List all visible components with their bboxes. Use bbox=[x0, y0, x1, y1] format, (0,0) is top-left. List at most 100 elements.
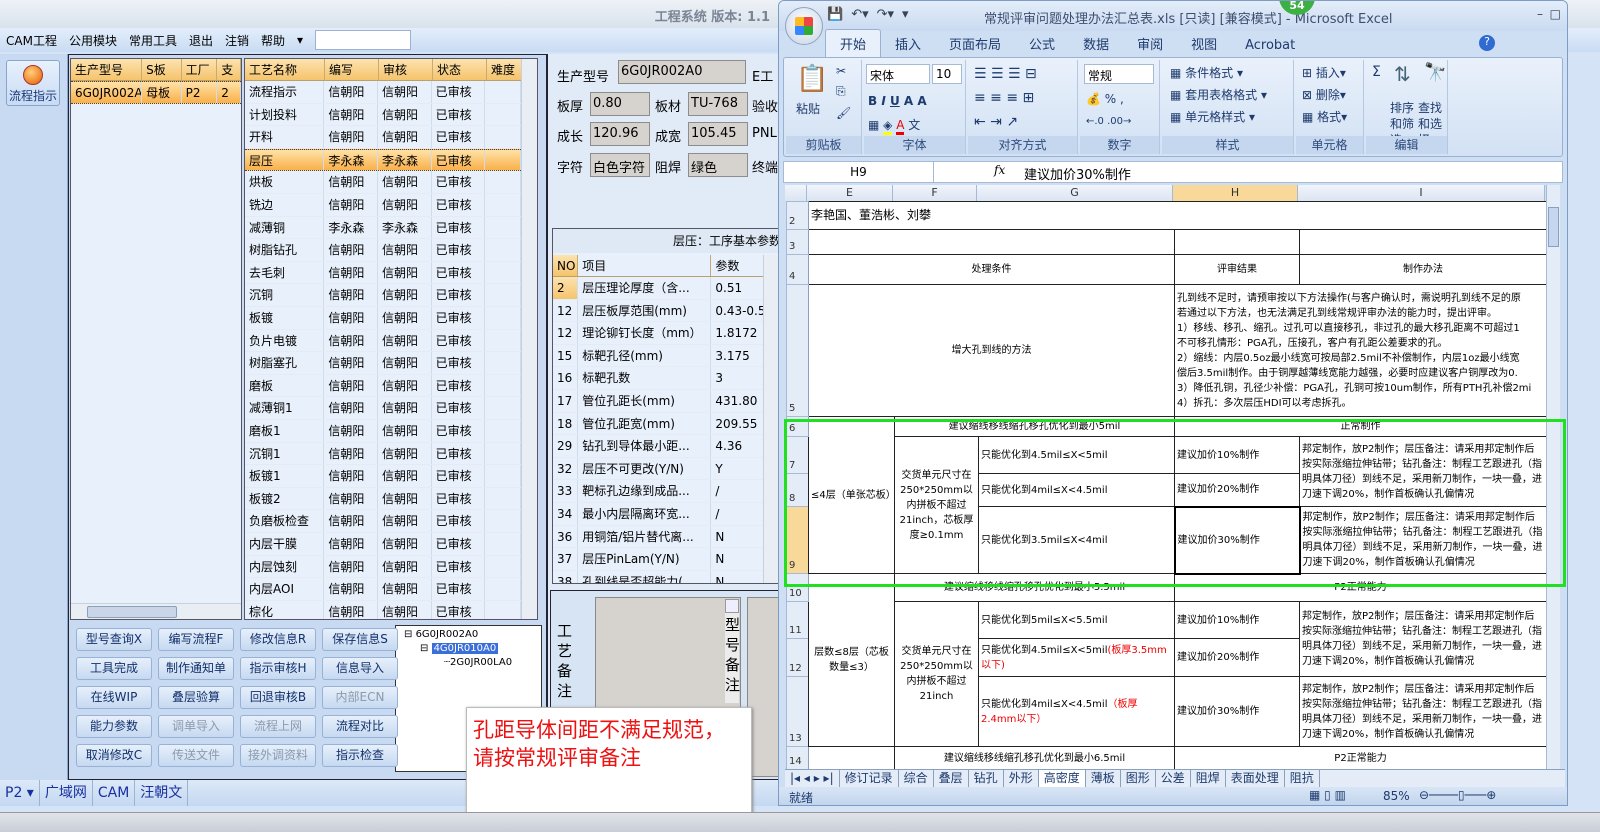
process-row[interactable]: 负磨板检查 信朝阳 信朝阳 已审核 bbox=[245, 510, 521, 533]
mask-field[interactable]: 绿色 bbox=[688, 153, 748, 177]
redo-icon[interactable]: ↷▾ bbox=[877, 7, 894, 22]
bold-icon[interactable]: B I U A A bbox=[868, 94, 927, 108]
process-row[interactable]: 内层蚀刻 信朝阳 信朝阳 已审核 bbox=[245, 555, 521, 579]
cell-h12[interactable]: 建议加价20%制作 bbox=[1174, 638, 1300, 677]
column-header[interactable]: 工厂 bbox=[182, 59, 218, 80]
menu-1[interactable]: 公用模块 bbox=[69, 32, 117, 49]
cell-h13[interactable]: 建议加价30%制作 bbox=[1174, 676, 1300, 747]
sheet-tab[interactable]: 钻孔 bbox=[969, 770, 1004, 787]
column-header[interactable]: NO bbox=[553, 255, 579, 276]
process-row[interactable]: 内层AOI 信朝阳 信朝阳 已审核 bbox=[245, 578, 521, 601]
sheet-nav-icon[interactable]: |◂ ◂ ▸ ▸| bbox=[785, 770, 840, 787]
process-row[interactable]: 负片电镀 信朝阳 信朝阳 已审核 bbox=[245, 329, 521, 353]
cell-i3[interactable] bbox=[1299, 229, 1547, 255]
action-button[interactable]: 调单导入 bbox=[158, 715, 234, 738]
process-scrollbar[interactable] bbox=[521, 59, 537, 619]
conditional-format-button[interactable]: ▦ 条件格式 ▾ bbox=[1170, 64, 1243, 81]
copy-icon[interactable]: ⎘ bbox=[836, 84, 846, 99]
process-row[interactable]: 铣边 信朝阳 信朝阳 已审核 bbox=[245, 194, 521, 217]
tree-child[interactable]: ⊟ 4G0JR010A0 bbox=[420, 643, 499, 654]
paste-icon[interactable]: 📋 bbox=[796, 64, 828, 94]
cell-g2-size[interactable]: 交货单元尺寸在250*250mm以内拼板不超过21inch bbox=[894, 601, 979, 747]
factory-select[interactable]: P2 ▾ bbox=[0, 780, 40, 806]
param-row[interactable]: 32 层压不可更改(Y/N) Y bbox=[553, 457, 779, 481]
sheet-tab[interactable]: 表面处理 bbox=[1226, 770, 1285, 787]
sheet-tab[interactable]: 叠层 bbox=[934, 770, 969, 787]
menu-0[interactable]: CAM工程 bbox=[6, 32, 57, 49]
action-button[interactable]: 工具完成 bbox=[76, 657, 152, 680]
process-row[interactable]: 板镀1 信朝阳 信朝阳 已审核 bbox=[245, 465, 521, 488]
cell-h8[interactable]: 建议加价20%制作 bbox=[1174, 473, 1300, 507]
param-row[interactable]: 12 理论铆钉长度（mm） 1.8172 bbox=[553, 322, 779, 345]
action-button[interactable]: 传送文件 bbox=[158, 744, 234, 767]
cell-g2-header[interactable]: 建议缩线移线缩孔移孔优化到最小5.5mil bbox=[894, 573, 1175, 602]
ribbon-tab[interactable]: 开始 bbox=[825, 29, 882, 57]
header-result[interactable]: 评审结果 bbox=[1174, 254, 1300, 285]
zoom-slider[interactable]: ⊖────▯───⊕ bbox=[1419, 788, 1496, 802]
format-painter-icon[interactable]: 🖌 bbox=[836, 106, 851, 120]
sheet-tab[interactable]: 薄板 bbox=[1086, 770, 1121, 787]
ribbon-tab[interactable]: 公式 bbox=[1015, 30, 1069, 57]
format-cells-button[interactable]: ▦ 格式▾ bbox=[1302, 108, 1347, 125]
process-row[interactable]: 棕化 信朝阳 信朝阳 已审核 bbox=[245, 600, 521, 619]
column-header[interactable]: 项目 bbox=[578, 255, 712, 276]
process-row[interactable]: 磨板1 信朝阳 信朝阳 已审核 bbox=[245, 420, 521, 443]
header-condition[interactable]: 处理条件 bbox=[808, 254, 1175, 285]
menu-2[interactable]: 常用工具 bbox=[129, 32, 177, 49]
param-row[interactable]: 36 用铜箔/铝片替代离... N bbox=[553, 525, 779, 549]
fx-icon[interactable]: fx bbox=[994, 163, 1005, 177]
maximize-icon[interactable]: □ bbox=[1550, 7, 1561, 21]
sheet-tab[interactable]: 修订记录 bbox=[840, 770, 899, 787]
ribbon-tab[interactable]: 插入 bbox=[881, 30, 935, 57]
flow-guide-button[interactable]: 流程指示 bbox=[6, 60, 60, 106]
param-row[interactable]: 34 最小内层隔离环宽... / bbox=[553, 503, 779, 526]
cell-layers-8[interactable]: 层数≤8层（芯板数量≤3） bbox=[808, 573, 895, 747]
action-button[interactable]: 能力参数 bbox=[76, 715, 152, 738]
char-field[interactable]: 白色字符 bbox=[590, 153, 650, 177]
cell-g8[interactable]: 只能优化到4mil≤X<4.5mil bbox=[978, 473, 1175, 507]
cell-g7[interactable]: 只能优化到4.5mil≤X<5mil bbox=[978, 436, 1175, 474]
length-field[interactable]: 120.96 bbox=[590, 122, 650, 146]
scroll-up-icon[interactable] bbox=[725, 599, 739, 613]
process-row[interactable]: 内层干膜 信朝阳 信朝阳 已审核 bbox=[245, 533, 521, 556]
customize-icon[interactable]: ▾ bbox=[902, 7, 909, 22]
process-row[interactable]: 层压 李永森 李永森 已审核 bbox=[245, 148, 521, 172]
column-header-H[interactable]: H bbox=[1173, 185, 1298, 201]
sheet-tab[interactable]: 高密度 bbox=[1038, 770, 1086, 787]
column-header[interactable]: 难度 bbox=[487, 59, 523, 80]
column-header[interactable]: 生产型号 bbox=[71, 59, 143, 80]
process-row[interactable]: 计划投料 信朝阳 信朝阳 已审核 bbox=[245, 103, 521, 127]
process-row[interactable]: 减薄铜1 信朝阳 信朝阳 已审核 bbox=[245, 397, 521, 420]
sheet-tab[interactable]: 外形 bbox=[1004, 770, 1039, 787]
justify-icons[interactable]: ≡ ≡ ≡ ⊞ bbox=[974, 90, 1034, 106]
action-button[interactable]: 流程对比 bbox=[322, 715, 398, 738]
cell-g11[interactable]: 只能优化到5mil≤X<5.5mil bbox=[978, 601, 1175, 639]
process-row[interactable]: 减薄铜 李永森 李永森 已审核 bbox=[245, 216, 521, 240]
sort-icon[interactable]: ⇅ bbox=[1394, 62, 1411, 86]
menu-combo[interactable] bbox=[315, 30, 412, 50]
process-row[interactable]: 流程指示 信朝阳 信朝阳 已审核 bbox=[245, 81, 521, 104]
ribbon-tab[interactable]: Acrobat bbox=[1231, 34, 1309, 57]
column-header[interactable]: 状态 bbox=[433, 59, 487, 80]
help-icon[interactable]: ? bbox=[1479, 35, 1495, 51]
column-header[interactable]: 审核 bbox=[379, 59, 433, 80]
cell-g13[interactable]: 只能优化到4mil≤X<4.5mil（板厚2.4mm以下） bbox=[978, 676, 1175, 747]
cell-e2[interactable]: 李艳国、董浩彬、刘攀 bbox=[808, 201, 1547, 230]
cell-g1-size[interactable]: 交货单元尺寸在250*250mm以内拼板不超过21inch，芯板厚度≥0.1mm bbox=[894, 436, 979, 574]
order-row[interactable]: 6G0JR002A0母板P22 bbox=[71, 81, 241, 104]
sheet-tab[interactable]: 公差 bbox=[1156, 770, 1191, 787]
menu-3[interactable]: 退出 bbox=[189, 32, 213, 49]
action-button[interactable]: 修改信息R bbox=[240, 628, 316, 651]
param-row[interactable]: 37 层压PinLam(Y/N) N bbox=[553, 548, 779, 571]
cell-g1-normal[interactable]: 正常制作 bbox=[1174, 416, 1547, 437]
undo-icon[interactable]: ↶▾ bbox=[851, 7, 868, 22]
param-row[interactable]: 12 层压板厚范围(mm) 0.43-0.59 bbox=[553, 299, 779, 323]
cell-layers-4[interactable]: ≤4层（单张芯板） bbox=[808, 416, 895, 574]
align-icons[interactable]: ☰ ☰ ☰ ⊟ bbox=[974, 66, 1037, 82]
indent-icons[interactable]: ⇤ ⇥ ↗ bbox=[974, 114, 1018, 130]
process-row[interactable]: 板镀 信朝阳 信朝阳 已审核 bbox=[245, 307, 521, 330]
param-row[interactable]: 15 标靶孔径(mm) 3.175 bbox=[553, 344, 779, 368]
cell-g2-normal[interactable]: P2正常能力 bbox=[1174, 573, 1547, 602]
param-row[interactable]: 2 层压理论厚度（含... 0.51 bbox=[553, 277, 779, 300]
sheet-tab[interactable]: 阻焊 bbox=[1191, 770, 1226, 787]
